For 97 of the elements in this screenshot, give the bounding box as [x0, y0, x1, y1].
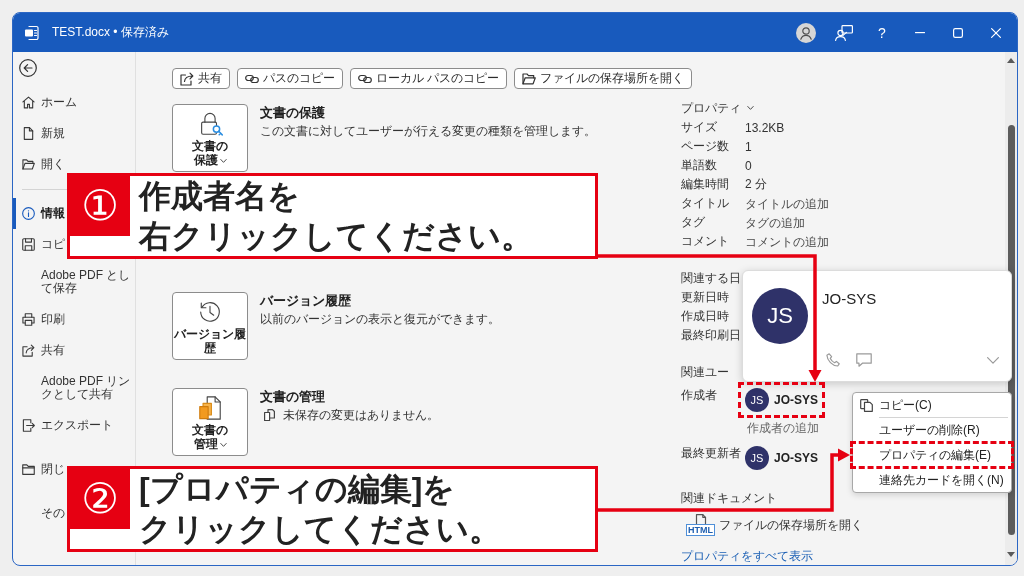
- document-icon: [24, 24, 40, 41]
- property-value: 1: [745, 139, 752, 154]
- share-icon: [22, 344, 35, 357]
- copy-icon: [860, 398, 873, 412]
- close-icon[interactable]: [991, 27, 1001, 38]
- chevron-down-icon[interactable]: [987, 356, 999, 364]
- export-icon: [22, 419, 35, 432]
- info-icon: [22, 207, 35, 220]
- share-button[interactable]: 共有: [172, 68, 230, 89]
- section-heading: 関連する日: [681, 270, 741, 286]
- folder-icon: [22, 158, 35, 171]
- document-link[interactable]: ファイルの保存場所を開く: [719, 516, 863, 534]
- maximize-icon[interactable]: [953, 27, 963, 38]
- step-number: ①: [70, 176, 130, 236]
- section-description: 以前のバージョンの表示と復元ができます。: [260, 312, 500, 326]
- manage-document-button[interactable]: 文書の管理: [172, 388, 248, 456]
- sidebar-item[interactable]: その: [13, 492, 65, 536]
- step-number: ②: [70, 469, 130, 529]
- property-value: 0: [745, 158, 752, 173]
- menu-item[interactable]: プロパティの編集(E): [856, 445, 1008, 465]
- folder-icon: [522, 71, 537, 86]
- section-heading: 関連ユー: [681, 364, 729, 380]
- window-title: TEST.docx • 保存済み: [52, 24, 169, 41]
- menu-item[interactable]: コピー(C): [856, 395, 1008, 415]
- property-label: コメント: [681, 233, 730, 250]
- section-heading: 関連ドキュメント: [681, 490, 777, 506]
- sidebar-item[interactable]: 印刷: [13, 304, 65, 335]
- sidebar-item[interactable]: エクスポート: [13, 410, 113, 441]
- printer-icon: [22, 313, 35, 326]
- user-name[interactable]: JO-SYS: [774, 451, 818, 465]
- sidebar-item[interactable]: 開く: [13, 149, 65, 180]
- property-field[interactable]: タグの追加: [745, 213, 855, 232]
- presenter-icon[interactable]: [835, 24, 853, 41]
- minimize-icon[interactable]: [915, 31, 925, 34]
- contact-name: JO-SYS: [822, 289, 877, 309]
- back-icon[interactable]: [19, 59, 37, 77]
- user-name[interactable]: JO-SYS: [774, 393, 818, 407]
- property-value: 2 分: [745, 176, 767, 193]
- property-label: 最終更新者: [681, 446, 742, 460]
- menu-item[interactable]: ユーザーの削除(R): [856, 420, 1008, 440]
- copy-local-path-button[interactable]: ローカル パスのコピー: [350, 68, 508, 89]
- section-title: 文書の管理: [260, 389, 325, 405]
- chevron-down-icon: [219, 442, 227, 447]
- properties-heading[interactable]: プロパティ: [681, 100, 754, 116]
- user-avatar: JS: [752, 288, 808, 344]
- share-icon: [180, 71, 194, 86]
- property-field[interactable]: タイトルの追加: [745, 194, 855, 213]
- sidebar-item[interactable]: 共有: [13, 335, 65, 366]
- sidebar-item[interactable]: 新規: [13, 118, 65, 149]
- property-label: 作成日時: [681, 308, 729, 325]
- chevron-down-icon: [747, 106, 754, 110]
- sidebar-item[interactable]: Adobe PDF リンクとして共有: [13, 366, 135, 410]
- document-icon: [264, 409, 275, 421]
- show-all-properties-link[interactable]: プロパティをすべて表示: [681, 548, 813, 565]
- open-file-location-button[interactable]: ファイルの保存場所を開く: [514, 68, 693, 89]
- property-label: ページ数: [681, 138, 730, 155]
- sidebar-item[interactable]: 閉じ: [13, 448, 65, 492]
- callout-text: [プロパティの編集]をクリックしてください。: [138, 470, 502, 549]
- document-icon: [693, 514, 708, 524]
- property-value: 13.2KB: [745, 120, 785, 135]
- section-description: この文書に対してユーザーが行える変更の種類を管理します。: [260, 124, 596, 138]
- history-icon: [197, 299, 223, 325]
- property-label: 最終印刷日: [681, 327, 741, 344]
- sidebar-item[interactable]: ホーム: [13, 87, 77, 118]
- property-label: 編集時間: [681, 176, 730, 193]
- sidebar-item[interactable]: コピ: [13, 229, 65, 260]
- folder-icon: [22, 463, 35, 476]
- copy-path-button[interactable]: パスのコピー: [237, 68, 343, 89]
- help-button[interactable]: ?: [875, 24, 889, 41]
- section-description: 未保存の変更はありません。: [283, 408, 439, 422]
- property-field[interactable]: コメントの追加: [745, 232, 855, 251]
- scroll-down-icon[interactable]: [1007, 552, 1015, 557]
- avatar-icon[interactable]: [796, 22, 816, 43]
- save-icon: [22, 238, 35, 251]
- property-label: 作成者: [681, 388, 718, 402]
- callout-text: 作成者名を右クリックしてください。: [137, 177, 534, 256]
- property-label: 単語数: [681, 157, 718, 174]
- section-title: バージョン履歴: [260, 293, 351, 309]
- file-type-label: HTML: [686, 524, 715, 536]
- document-icon: [22, 127, 35, 140]
- add-author-field[interactable]: 作成者の追加: [747, 421, 831, 435]
- home-icon: [22, 96, 35, 109]
- property-label: 更新日時: [681, 289, 729, 306]
- sidebar-item[interactable]: Adobe PDF として保存: [13, 260, 135, 304]
- documents-icon: [197, 395, 223, 421]
- chevron-down-icon: [219, 158, 227, 163]
- phone-icon[interactable]: [826, 353, 840, 367]
- property-label: タグ: [681, 214, 706, 231]
- version-history-button[interactable]: バージョン履歴: [172, 292, 248, 360]
- section-title: 文書の保護: [260, 105, 325, 121]
- property-label: タイトル: [681, 195, 730, 212]
- menu-item[interactable]: 連絡先カードを開く(N): [856, 470, 1008, 490]
- scroll-up-icon[interactable]: [1007, 58, 1015, 63]
- property-label: サイズ: [681, 119, 718, 136]
- protect-document-button[interactable]: 文書の保護: [172, 104, 248, 172]
- user-avatar: JS: [745, 388, 769, 412]
- user-avatar: JS: [745, 446, 769, 470]
